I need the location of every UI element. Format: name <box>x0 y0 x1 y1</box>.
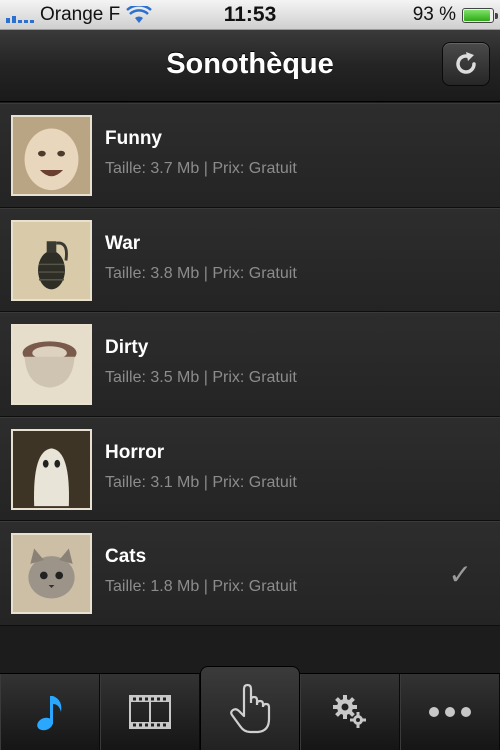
item-title: Cats <box>105 546 147 567</box>
item-details: Taille: 1.8 Mb | Prix: Gratuit <box>105 578 297 595</box>
refresh-button[interactable] <box>442 42 490 86</box>
cat-photo-icon <box>11 533 92 614</box>
status-bar: Orange F 11:53 93 % <box>0 0 500 30</box>
hand-pointer-icon <box>230 683 271 733</box>
toilet-photo-icon <box>11 324 92 405</box>
list-item-war[interactable]: War Taille: 3.8 Mb | Prix: Gratuit <box>0 207 500 312</box>
list-item-dirty[interactable]: Dirty Taille: 3.5 Mb | Prix: Gratuit <box>0 312 500 417</box>
battery-percent: 93 % <box>412 4 456 25</box>
tab-settings[interactable] <box>300 674 400 750</box>
item-details: Taille: 3.8 Mb | Prix: Gratuit <box>105 264 297 282</box>
item-title: Funny <box>105 128 162 149</box>
list-item-horror[interactable]: Horror Taille: 3.1 Mb | Prix: Gratuit <box>0 416 500 521</box>
item-title: Horror <box>105 441 165 463</box>
status-right: 93 % <box>412 4 498 26</box>
battery-icon <box>462 7 498 23</box>
tab-touch[interactable] <box>200 666 300 750</box>
item-details: Taille: 3.7 Mb | Prix: Gratuit <box>105 160 297 177</box>
tab-bar <box>0 666 500 750</box>
navigation-bar: Sonothèque <box>0 30 500 102</box>
item-title: Dirty <box>105 337 149 358</box>
list-item-funny[interactable]: Funny Taille: 3.7 Mb | Prix: Gratuit <box>0 103 500 208</box>
tab-videos[interactable] <box>100 674 200 750</box>
gears-icon <box>333 695 366 728</box>
list-item-cats[interactable]: Cats Taille: 1.8 Mb | Prix: Gratuit ✓ <box>0 521 500 626</box>
item-title: War <box>105 232 141 254</box>
ghost-photo-icon <box>11 428 92 510</box>
page-title: Sonothèque <box>166 48 334 80</box>
baby-photo-icon <box>11 115 92 196</box>
music-note-icon <box>37 696 62 731</box>
checkmark-icon: ✓ <box>448 559 472 590</box>
item-details: Taille: 3.1 Mb | Prix: Gratuit <box>105 473 297 491</box>
sound-library-list: Funny Taille: 3.7 Mb | Prix: Gratuit War… <box>0 103 500 626</box>
item-details: Taille: 3.5 Mb | Prix: Gratuit <box>105 369 297 386</box>
refresh-icon <box>456 52 476 74</box>
tab-music[interactable] <box>0 674 100 750</box>
tab-more[interactable] <box>400 674 500 750</box>
film-icon <box>129 695 171 729</box>
grenade-photo-icon <box>11 219 92 301</box>
more-icon <box>429 707 471 717</box>
